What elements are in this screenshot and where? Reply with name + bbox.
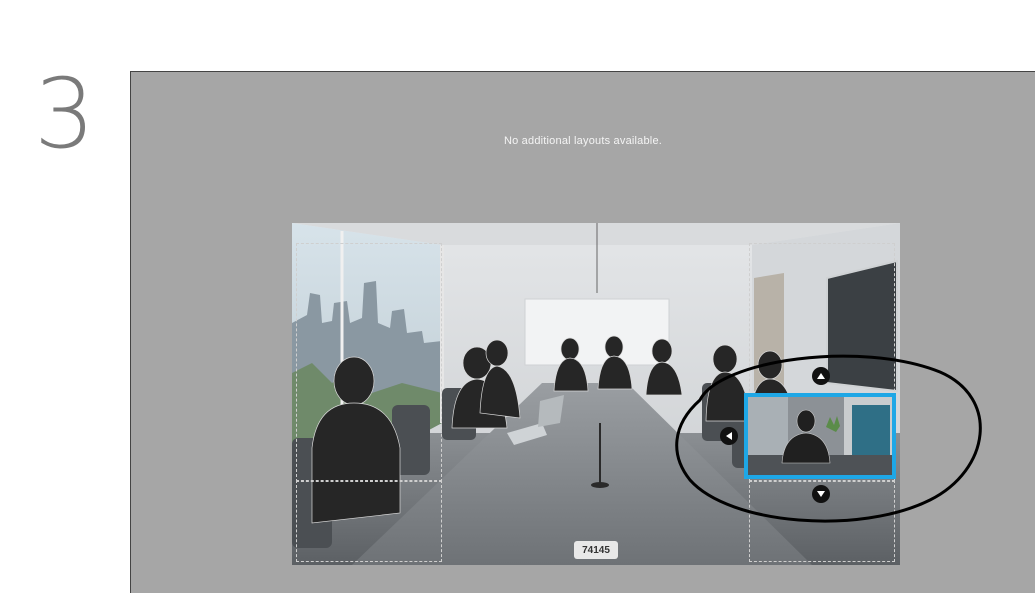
move-left-button[interactable] xyxy=(720,427,738,445)
down-arrow-icon xyxy=(817,491,825,497)
self-view-video xyxy=(748,397,892,475)
up-arrow-icon xyxy=(817,373,825,379)
step-number: 3 xyxy=(34,58,96,170)
self-view-pip[interactable] xyxy=(744,393,896,479)
layout-frame-left-bottom xyxy=(296,480,442,562)
move-down-button[interactable] xyxy=(812,485,830,503)
left-arrow-icon xyxy=(726,432,732,440)
call-number-badge: 74145 xyxy=(574,541,618,559)
layout-frame-left xyxy=(296,243,442,482)
move-up-button[interactable] xyxy=(812,367,830,385)
no-layouts-message: No additional layouts available. xyxy=(503,135,663,147)
